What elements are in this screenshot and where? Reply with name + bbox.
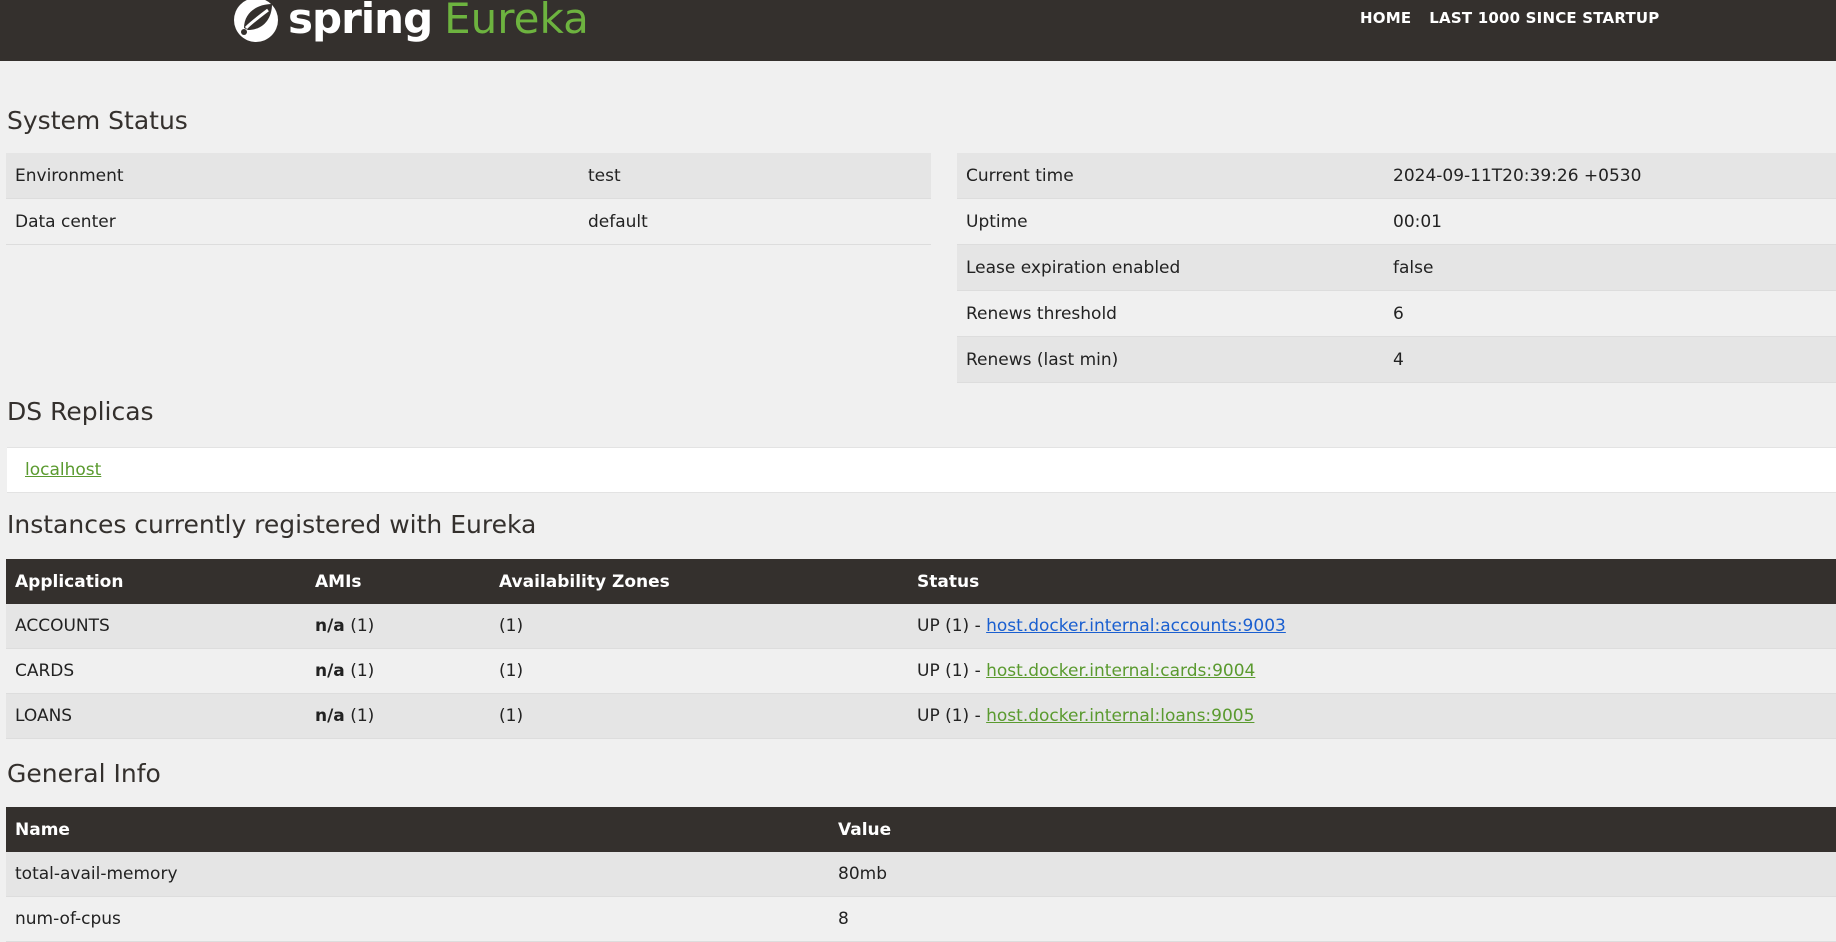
status-cell: UP (1) - host.docker.internal:cards:9004 — [908, 648, 1836, 694]
general-info-table: Name Value total-avail-memory 80mb num-o… — [6, 807, 1836, 942]
system-status-right-table: Current time 2024-09-11T20:39:26 +0530 U… — [957, 153, 1836, 383]
logo-eureka-text: Eureka — [444, 0, 589, 43]
status-text: UP (1) - — [917, 661, 987, 681]
table-row: Environment test — [6, 153, 931, 199]
table-row: ACCOUNTS n/a (1) (1) UP (1) - host.docke… — [6, 604, 1836, 649]
zones-cell: (1) — [490, 604, 908, 649]
status-value: false — [1384, 244, 1836, 291]
column-header-zones: Availability Zones — [490, 559, 908, 604]
table-row: CARDS n/a (1) (1) UP (1) - host.docker.i… — [6, 648, 1836, 694]
table-row: Renews (last min) 4 — [957, 336, 1836, 383]
info-value: 8 — [829, 896, 1836, 942]
status-text: UP (1) - — [917, 706, 987, 726]
ami-value: n/a — [315, 616, 345, 636]
status-key: Environment — [6, 153, 579, 199]
ami-cell: n/a (1) — [306, 648, 490, 694]
status-value: 4 — [1384, 336, 1836, 383]
status-value: 6 — [1384, 290, 1836, 337]
ami-value: n/a — [315, 706, 345, 726]
table-header-row: Name Value — [6, 807, 1836, 852]
application-name: LOANS — [6, 693, 306, 739]
status-value: default — [579, 198, 931, 245]
info-name: num-of-cpus — [6, 896, 829, 942]
ami-value: n/a — [315, 661, 345, 681]
ds-replicas-heading: DS Replicas — [7, 397, 154, 426]
table-header-row: Application AMIs Availability Zones Stat… — [6, 559, 1836, 604]
column-header-status: Status — [908, 559, 1836, 604]
info-name: total-avail-memory — [6, 852, 829, 897]
status-value: test — [579, 153, 931, 199]
spring-leaf-icon — [230, 0, 282, 42]
general-info-heading: General Info — [7, 759, 161, 788]
zones-cell: (1) — [490, 693, 908, 739]
status-key: Current time — [957, 153, 1384, 199]
instance-link-accounts[interactable]: host.docker.internal:accounts:9003 — [986, 616, 1286, 636]
nav-home-link[interactable]: HOME — [1360, 9, 1411, 27]
status-text: UP (1) - — [917, 616, 987, 636]
table-row: Data center default — [6, 198, 931, 245]
status-key: Renews (last min) — [957, 336, 1384, 383]
status-cell: UP (1) - host.docker.internal:accounts:9… — [908, 604, 1836, 649]
table-row: Lease expiration enabled false — [957, 244, 1836, 291]
ami-count: (1) — [350, 706, 375, 726]
system-status-heading: System Status — [7, 106, 188, 135]
table-row: num-of-cpus 8 — [6, 896, 1836, 942]
nav-last-1000-link[interactable]: LAST 1000 SINCE STARTUP — [1429, 9, 1659, 27]
instances-heading: Instances currently registered with Eure… — [7, 510, 537, 539]
column-header-amis: AMIs — [306, 559, 490, 604]
system-status-left-table: Environment test Data center default — [6, 153, 931, 245]
status-key: Data center — [6, 198, 579, 245]
status-key: Renews threshold — [957, 290, 1384, 337]
main-nav: HOME LAST 1000 SINCE STARTUP — [1360, 0, 1677, 36]
status-value: 2024-09-11T20:39:26 +0530 — [1384, 153, 1836, 199]
ami-cell: n/a (1) — [306, 693, 490, 739]
table-row: Uptime 00:01 — [957, 198, 1836, 245]
zones-cell: (1) — [490, 648, 908, 694]
table-row: Renews threshold 6 — [957, 290, 1836, 337]
instances-table: Application AMIs Availability Zones Stat… — [6, 559, 1836, 739]
ds-replicas-list: localhost — [7, 447, 1836, 493]
application-name: ACCOUNTS — [6, 604, 306, 649]
status-cell: UP (1) - host.docker.internal:loans:9005 — [908, 693, 1836, 739]
ami-count: (1) — [350, 616, 375, 636]
top-navbar: spring Eureka HOME LAST 1000 SINCE START… — [0, 0, 1836, 61]
logo-spring-text: spring — [288, 0, 433, 43]
table-row: LOANS n/a (1) (1) UP (1) - host.docker.i… — [6, 693, 1836, 739]
status-value: 00:01 — [1384, 198, 1836, 245]
column-header-application: Application — [6, 559, 306, 604]
instance-link-cards[interactable]: host.docker.internal:cards:9004 — [986, 661, 1255, 681]
table-row: Current time 2024-09-11T20:39:26 +0530 — [957, 153, 1836, 199]
ami-cell: n/a (1) — [306, 604, 490, 649]
column-header-value: Value — [829, 807, 1836, 852]
table-row: total-avail-memory 80mb — [6, 852, 1836, 897]
column-header-name: Name — [6, 807, 829, 852]
status-key: Lease expiration enabled — [957, 244, 1384, 291]
status-key: Uptime — [957, 198, 1384, 245]
application-name: CARDS — [6, 648, 306, 694]
spring-eureka-logo[interactable]: spring Eureka — [230, 0, 589, 43]
info-value: 80mb — [829, 852, 1836, 897]
instance-link-loans[interactable]: host.docker.internal:loans:9005 — [986, 706, 1254, 726]
ami-count: (1) — [350, 661, 375, 681]
replica-link-localhost[interactable]: localhost — [25, 460, 101, 480]
